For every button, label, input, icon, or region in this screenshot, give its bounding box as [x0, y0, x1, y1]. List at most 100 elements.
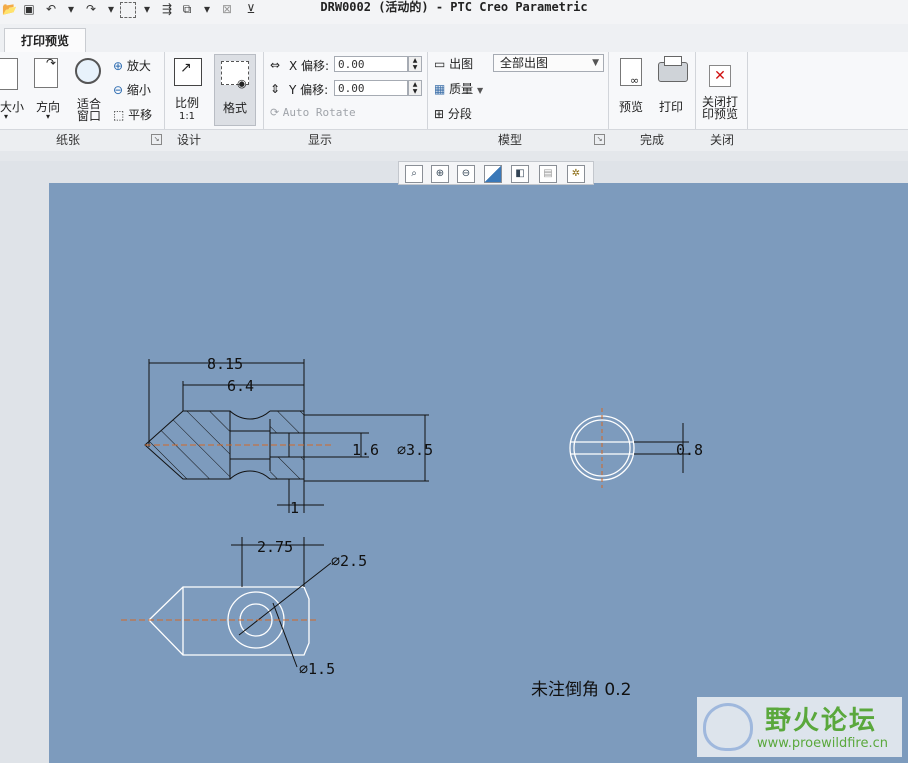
close-print-preview-label: 关闭打 印预览 [702, 96, 738, 120]
x-offset-label: X 偏移: [289, 59, 330, 73]
quality-label: 质量 [449, 82, 474, 96]
print-button[interactable]: 打印 [656, 56, 690, 120]
bottom-view-dimensions [231, 537, 332, 668]
y-offset-input[interactable]: 0.00 [334, 80, 408, 96]
output-label: 出图 [449, 57, 474, 71]
chevron-down-icon: ▼ [592, 58, 599, 68]
window-title: DRW0002 (活动的) - PTC Creo Parametric [320, 0, 588, 14]
orientation-button[interactable]: ↷ [34, 56, 64, 92]
pan-button[interactable]: ⬚ 平移 [113, 106, 152, 123]
paper-size-dropdown-icon[interactable]: ▾ [4, 112, 8, 121]
print-label: 打印 [659, 100, 684, 114]
dim-1: 1 [290, 499, 299, 517]
dim-64: 6.4 [227, 377, 254, 395]
paper-size-button[interactable] [0, 58, 20, 92]
auto-rotate-button[interactable]: ⟳ Auto Rotate [270, 106, 356, 119]
rotate-arrow-icon: ↷ [46, 56, 57, 70]
tab-print-preview[interactable]: 打印预览 [4, 28, 86, 53]
ribbon-group-label-bar [0, 129, 908, 152]
zoom-in-button[interactable]: ⊕ 放大 [113, 57, 151, 74]
pan-label: 平移 [128, 108, 153, 122]
fit-window-label-line2: 窗口 [77, 109, 102, 123]
saved-views-icon[interactable]: ▤ [539, 165, 557, 183]
group-label-close: 关闭 [710, 133, 735, 147]
y-offset-spinner[interactable]: ▲ ▼ [408, 80, 422, 96]
x-offset-input[interactable]: 0.00 [334, 56, 408, 72]
model-dialog-launcher-icon[interactable]: ↘ [594, 134, 605, 145]
dim-d15: ⌀1.5 [299, 660, 335, 678]
technical-drawing: 8.15 6.4 1.6 ⌀3.5 1 0.8 2.75 ⌀2.5 ⌀1.5 未… [121, 355, 703, 700]
quality-icon: ▦ [434, 82, 446, 96]
output-icon: ▭ [434, 57, 446, 71]
zoom-out-button[interactable]: ⊖ 缩小 [113, 81, 151, 98]
format-button[interactable]: ◉ 格式 [214, 54, 256, 126]
printer-paper-icon [664, 56, 682, 66]
section-view [144, 359, 429, 513]
group-label-paper: 纸张 [56, 133, 81, 147]
quality-button[interactable]: ▦ 质量 ▼ [434, 80, 483, 97]
preview-button[interactable]: ∞ 预览 [616, 56, 650, 120]
segment-icon: ⊞ [434, 107, 445, 121]
paper-size-icon [0, 58, 18, 90]
dim-16: 1.6 [352, 441, 379, 459]
graphics-header-strip [0, 151, 908, 161]
fit-window-label: 适合 窗口 [77, 98, 101, 122]
zoom-out-icon[interactable]: ⊖ [457, 165, 475, 183]
pan-icon: ⬚ [113, 108, 125, 122]
datum-display-icon[interactable]: ✲ [567, 165, 585, 183]
group-label-finish: 完成 [640, 133, 665, 147]
output-option-select[interactable]: 全部出图 ▼ [493, 54, 604, 72]
watermark-name: 野火论坛 [765, 706, 878, 736]
paper-dialog-launcher-icon[interactable]: ↘ [151, 134, 162, 145]
zoom-out-label: 缩小 [126, 83, 151, 97]
dim-815: 8.15 [207, 355, 243, 373]
display-style-icon[interactable]: ◧ [511, 165, 529, 183]
scale-label: 比例 [175, 96, 200, 110]
output-button[interactable]: ▭ 出图 [434, 55, 473, 72]
y-offset-icon: ⇕ [270, 82, 281, 96]
auto-rotate-label: Auto Rotate [282, 106, 356, 119]
x-offset-spinner[interactable]: ▲ ▼ [408, 56, 422, 72]
ribbon-tab-strip [0, 24, 908, 53]
dim-08: 0.8 [676, 441, 703, 459]
format-label: 格式 [223, 101, 248, 115]
scale-button[interactable]: ↗ [172, 58, 202, 90]
segment-button[interactable]: ⊞ 分段 [434, 105, 472, 122]
dim-d35: ⌀3.5 [397, 441, 433, 459]
magnifier-icon [75, 58, 101, 84]
dim-275: 2.75 [257, 538, 293, 556]
general-note: 未注倒角 0.2 [531, 680, 631, 700]
fit-window-button[interactable] [73, 58, 105, 92]
output-option-value: 全部出图 [500, 56, 549, 70]
watermark-url: www.proewildfire.cn [757, 736, 888, 751]
repaint-icon[interactable] [484, 165, 502, 183]
close-print-preview-button[interactable]: ✕ 关闭打 印预览 [700, 56, 744, 124]
flame-logo-icon [703, 703, 753, 751]
quality-dropdown-icon: ▼ [477, 86, 484, 95]
zoom-out-icon: ⊖ [113, 83, 124, 97]
segment-label: 分段 [447, 107, 472, 121]
zoom-in-label: 放大 [126, 59, 151, 73]
scale-value: 1:1 [178, 111, 196, 122]
close-icon: ✕ [709, 65, 731, 87]
auto-rotate-icon: ⟳ [270, 106, 280, 119]
view-toolbar: ⌕ ⊕ ⊖ ◧ ▤ ✲ [398, 161, 594, 185]
refit-icon[interactable]: ⌕ [405, 165, 423, 183]
group-label-design: 设计 [177, 133, 202, 147]
y-offset-label: Y 偏移: [289, 83, 329, 97]
zoom-in-icon: ⊕ [113, 59, 124, 73]
bottom-view [148, 586, 310, 656]
eye-icon: ◉ [237, 77, 247, 90]
scale-arrow-icon: ↗ [180, 60, 192, 76]
close-label-line2: 印预览 [702, 107, 739, 121]
dimension-labels: 8.15 6.4 1.6 ⌀3.5 1 0.8 2.75 ⌀2.5 ⌀1.5 [207, 355, 703, 678]
group-label-display: 显示 [308, 133, 333, 147]
orientation-dropdown-icon[interactable]: ▾ [46, 112, 50, 121]
zoom-in-icon[interactable]: ⊕ [431, 165, 449, 183]
group-label-model: 模型 [498, 133, 523, 147]
glasses-icon: ∞ [630, 74, 640, 87]
preview-label: 预览 [619, 100, 644, 114]
scale-label-group: 比例 1:1 [175, 97, 199, 123]
x-offset-icon: ⇔ [270, 58, 281, 72]
dim-d25: ⌀2.5 [331, 552, 367, 570]
